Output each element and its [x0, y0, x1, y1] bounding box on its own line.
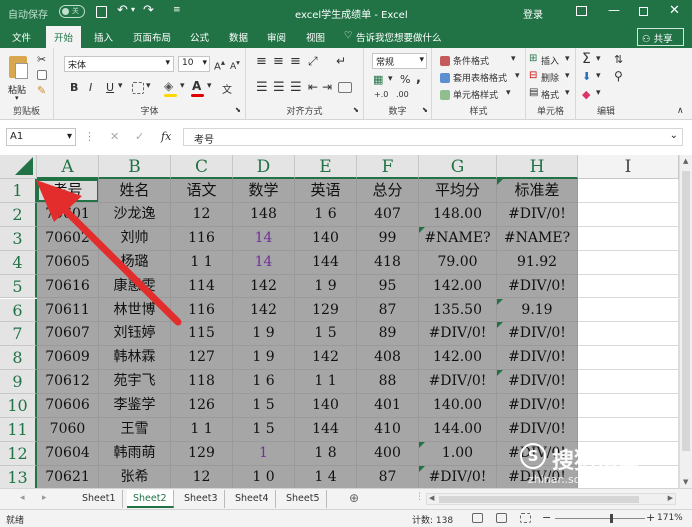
horizontal-scroll-thumb[interactable] — [439, 496, 639, 503]
normal-view-icon[interactable] — [472, 513, 483, 523]
zoom-out-button[interactable]: − — [542, 511, 551, 524]
sogou-logo-icon: S — [520, 443, 546, 469]
sheet-tab-bar: ◂ ▸ Sheet1 Sheet2 Sheet3 Sheet4 Sheet5 ⊕… — [0, 488, 692, 509]
status-count: 计数: 138 — [412, 516, 454, 526]
zoom-level[interactable]: 171% — [657, 513, 683, 523]
scroll-left-icon[interactable]: ◀ — [429, 494, 434, 502]
horizontal-scrollbar[interactable]: ◀ ▶ — [426, 493, 676, 505]
page-layout-view-icon[interactable] — [496, 513, 507, 523]
sheet-tab-2[interactable]: Sheet2 — [127, 490, 174, 508]
scroll-right-icon[interactable]: ▶ — [668, 494, 673, 502]
sheet-tab-5[interactable]: Sheet5 — [280, 490, 327, 508]
page-break-view-icon[interactable] — [520, 513, 531, 523]
prev-sheet-icon[interactable]: ◂ — [20, 493, 25, 503]
status-mode: 就绪 — [6, 516, 25, 526]
next-sheet-icon[interactable]: ▸ — [42, 493, 47, 503]
watermark: S 搜狗指南 zhinan.sogou.com — [520, 443, 690, 489]
arrow-shaft — [56, 201, 182, 326]
watermark-url: zhinan.sogou.com — [528, 473, 629, 486]
status-bar: 就绪 计数: 138 − + 171% — [0, 509, 692, 527]
excel-window: 自动保存 关 ↶ ▾ ↷ ≡ excel学生成绩单 - Excel 登录 — ✕… — [0, 0, 692, 527]
zoom-slider-thumb[interactable] — [610, 514, 613, 523]
sheet-tab-3[interactable]: Sheet3 — [178, 490, 225, 508]
zoom-slider[interactable] — [555, 514, 645, 523]
tab-split-icon[interactable]: ⋮ — [415, 492, 424, 502]
zoom-in-button[interactable]: + — [646, 511, 655, 524]
sheet-tab-4[interactable]: Sheet4 — [229, 490, 276, 508]
watermark-brand: 搜狗指南 — [552, 449, 641, 474]
new-sheet-icon[interactable]: ⊕ — [349, 491, 359, 505]
sheet-tab-1[interactable]: Sheet1 — [76, 490, 123, 508]
